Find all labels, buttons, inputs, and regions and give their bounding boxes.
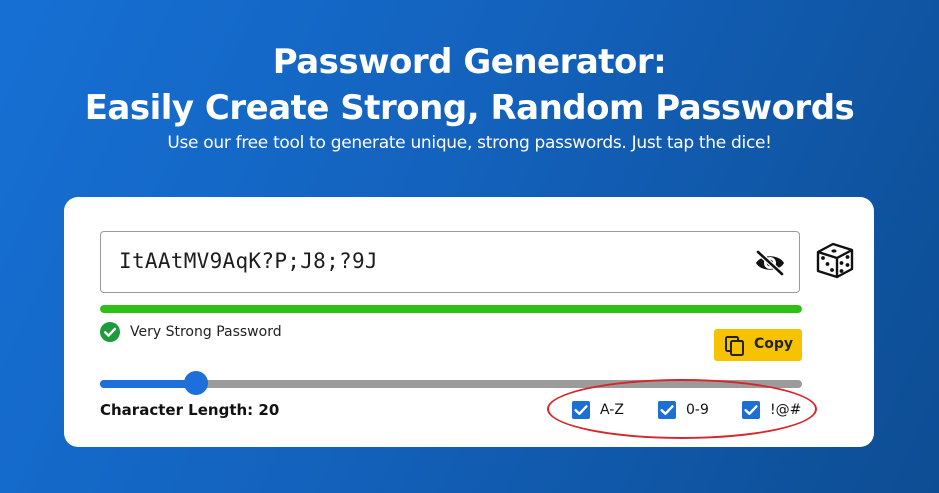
annotation-ring xyxy=(547,379,817,439)
strength-label: Very Strong Password xyxy=(130,324,282,340)
page-subtitle: Use our free tool to generate unique, st… xyxy=(167,133,772,153)
eye-off-icon[interactable] xyxy=(753,249,787,277)
page-title-line1: Password Generator: xyxy=(272,42,667,82)
check-circle-icon xyxy=(100,322,120,342)
password-value[interactable]: ItAAtMV9AqK?P;J8;?9J xyxy=(119,249,378,273)
copy-icon xyxy=(724,335,746,357)
copy-button[interactable]: Copy xyxy=(714,329,802,361)
dice-icon[interactable] xyxy=(814,239,856,281)
page-title-line2: Easily Create Strong, Random Passwords xyxy=(84,88,855,128)
length-slider-thumb[interactable] xyxy=(184,371,208,395)
character-length-label: Character Length: 20 xyxy=(100,401,280,419)
length-slider-fill xyxy=(100,380,196,388)
copy-button-label: Copy xyxy=(754,336,794,352)
strength-meter-fill xyxy=(100,305,802,313)
strength-meter xyxy=(100,305,802,313)
password-field[interactable]: ItAAtMV9AqK?P;J8;?9J xyxy=(100,231,800,293)
